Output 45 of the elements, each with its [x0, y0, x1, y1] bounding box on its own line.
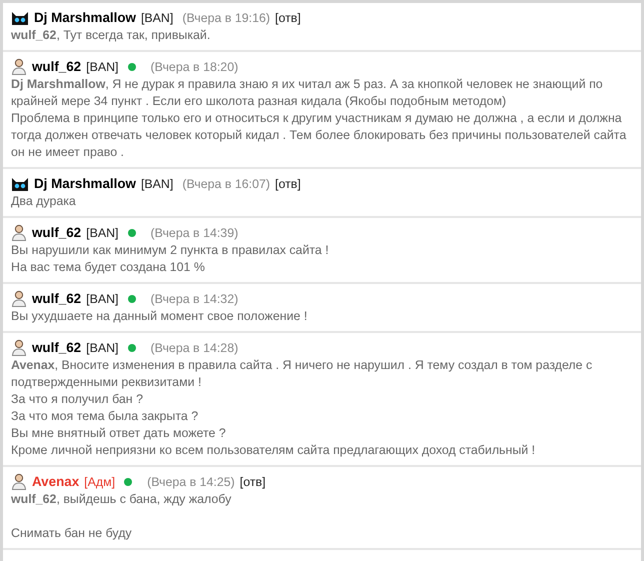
message-text: Dj Marshmallow, Я не дурак я правила знаю я их читал аж 5 раз. А за кнопкой человек не знающий по крайней мере 34 пункт . Если его школота разная кидала (Якобы подобным методом): [11, 76, 604, 110]
message-text: Проблема в принципе только его и относиться к другим участникам я думаю не должна , а если и должна тогда должен отвечать человек который кидал . Тем более блокировать без причины пользователей сайта он не имеет право .: [11, 110, 628, 161]
author-name[interactable]: wulf_62: [32, 340, 82, 355]
status-label: [BAN]: [86, 60, 118, 74]
post-time: (Вчера в 18:20): [150, 60, 238, 74]
message-text: Кроме личной неприязни ко всем пользователям сайта предлагающих доход стабильный !: [11, 442, 536, 459]
post-time: (Вчера в 14:28): [150, 340, 238, 354]
cat-avatar-icon: [11, 10, 29, 26]
status-label: [BAN]: [86, 292, 118, 306]
message-text: wulf_62, выйдешь с бана, жду жалобу: [11, 491, 232, 508]
message-text: Вы нарушили как минимум 2 пункта в правилах сайта !: [11, 242, 330, 259]
post-time: (Вчера в 14:25): [147, 474, 235, 488]
user-avatar-icon: [11, 58, 27, 75]
message-text: Снимать бан не буду: [11, 525, 133, 542]
message-text: wulf_62, Тут всегда так, привыкай.: [11, 27, 212, 44]
reply-link[interactable]: [отв]: [240, 474, 266, 488]
message-text: За что моя тема была закрыта ?: [11, 408, 200, 425]
message-text: Вы ухудшаете на данный момент свое положение !: [11, 308, 308, 325]
author-name[interactable]: wulf_62: [32, 59, 82, 74]
user-avatar-icon: [11, 473, 27, 490]
reply-link[interactable]: [отв]: [275, 176, 301, 190]
author-name[interactable]: Dj Marshmallow: [34, 10, 136, 25]
post-time: (Вчера в 19:16): [182, 10, 270, 24]
message-text: Два дурака: [11, 193, 77, 210]
status-label: [BAN]: [86, 340, 118, 354]
author-name[interactable]: wulf_62: [32, 291, 82, 306]
reply-link[interactable]: [отв]: [275, 10, 301, 24]
message-text: На вас тема будет создана 101 %: [11, 259, 206, 276]
status-label: [BAN]: [140, 176, 174, 190]
post-time: (Вчера в 16:07): [182, 176, 270, 190]
user-avatar-icon: [11, 290, 27, 307]
status-label: [BAN]: [140, 10, 174, 24]
post-time: (Вчера в 14:32): [150, 292, 238, 306]
user-avatar-icon: [11, 339, 27, 356]
message-text: Вы мне внятный ответ дать можете ?: [11, 425, 227, 442]
status-label: [BAN]: [86, 226, 118, 240]
message-text: Avenax, Вносите изменения в правила сайта . Я ничего не нарушил . Я тему создал в том разделе с подтвержденными реквизитами !: [11, 357, 594, 391]
user-avatar-icon: [11, 224, 27, 241]
status-label: [Адм]: [84, 474, 116, 488]
cat-avatar-icon: [11, 176, 29, 192]
author-name[interactable]: Avenax: [32, 474, 80, 489]
author-name[interactable]: wulf_62: [32, 225, 82, 240]
post-time: (Вчера в 14:39): [150, 226, 238, 240]
author-name[interactable]: Dj Marshmallow: [34, 176, 136, 191]
message-text: За что я получил бан ?: [11, 391, 144, 408]
